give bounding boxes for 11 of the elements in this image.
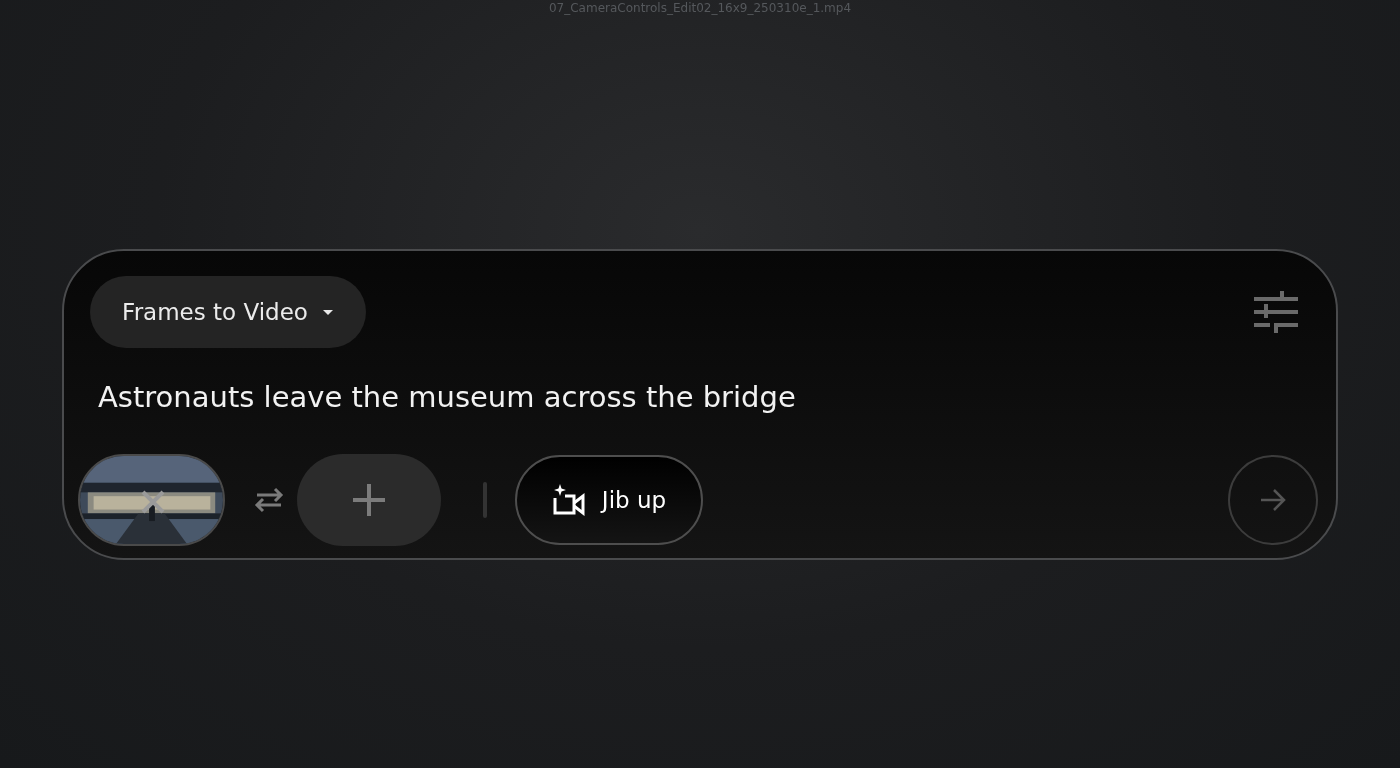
prompt-text[interactable]: Astronauts leave the museum across the bridge bbox=[98, 380, 1318, 414]
video-camera-icon bbox=[551, 484, 586, 516]
mode-dropdown[interactable]: Frames to Video bbox=[90, 276, 366, 348]
arrow-right-icon bbox=[1259, 488, 1287, 512]
file-name: 07_CameraControls_Edit02_16x9_250310e_1.mp4 bbox=[548, 1, 852, 15]
camera-motion-chip[interactable]: Jib up bbox=[515, 455, 703, 545]
caret-icon bbox=[321, 308, 334, 316]
remove-icon[interactable] bbox=[140, 489, 166, 515]
swap-icon[interactable] bbox=[253, 487, 285, 513]
plus-icon bbox=[353, 484, 385, 516]
settings-icon[interactable] bbox=[1254, 291, 1298, 333]
